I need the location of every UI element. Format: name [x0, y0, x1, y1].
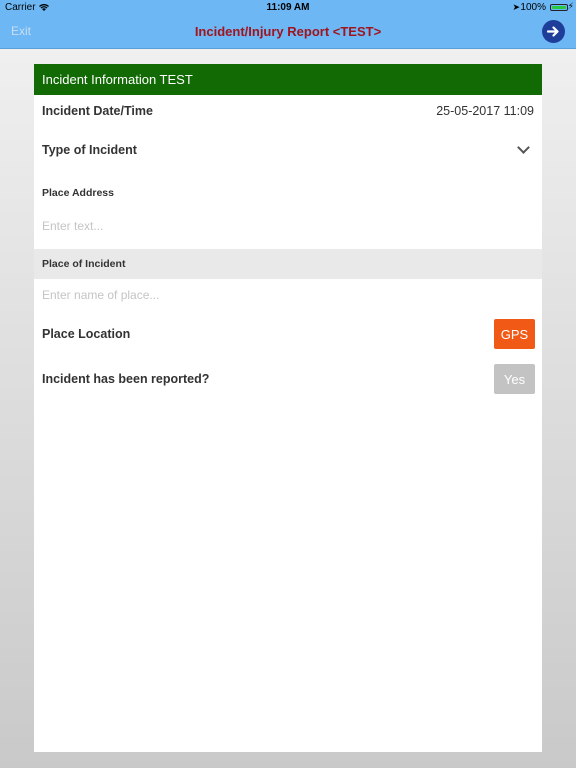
location-arrow-icon: ➤ [512, 2, 520, 12]
gps-button[interactable]: GPS [494, 319, 535, 349]
incident-datetime-value[interactable]: 25-05-2017 11:09 [436, 104, 534, 118]
status-bar: Carrier 11:09 AM ➤ 100% ⚡ [0, 0, 576, 16]
place-location-row: Place Location GPS [34, 311, 542, 357]
page-title: Incident/Injury Report <TEST> [194, 24, 382, 39]
bolt-icon: ⚡ [567, 1, 574, 11]
status-time: 11:09 AM [266, 2, 310, 13]
place-address-input[interactable] [34, 203, 542, 249]
incident-reported-row: Incident has been reported? Yes [34, 357, 542, 401]
place-address-label-row: Place Address [34, 173, 542, 203]
place-of-incident-label: Place of Incident [42, 258, 126, 270]
incident-form-card: Incident Information TEST Incident Date/… [34, 64, 542, 752]
arrow-right-icon [547, 26, 559, 37]
place-address-label: Place Address [42, 187, 114, 199]
incident-type-dropdown[interactable]: Type of Incident [34, 126, 542, 173]
incident-reported-label: Incident has been reported? [42, 372, 210, 386]
incident-type-label: Type of Incident [42, 142, 137, 157]
place-location-label: Place Location [42, 327, 131, 341]
incident-datetime-row[interactable]: Incident Date/Time 25-05-2017 11:09 [34, 95, 542, 126]
place-name-input[interactable] [34, 279, 542, 311]
battery-icon [550, 4, 568, 11]
incident-datetime-label: Incident Date/Time [42, 103, 153, 118]
reported-yes-button[interactable]: Yes [494, 364, 535, 394]
battery-percent: 100% [520, 2, 546, 13]
next-button[interactable] [542, 20, 565, 43]
form-section-header: Incident Information TEST [34, 64, 542, 95]
navigation-bar: Exit Incident/Injury Report <TEST> [0, 16, 576, 49]
place-of-incident-header: Place of Incident [34, 249, 542, 279]
chevron-down-icon[interactable] [517, 141, 530, 154]
